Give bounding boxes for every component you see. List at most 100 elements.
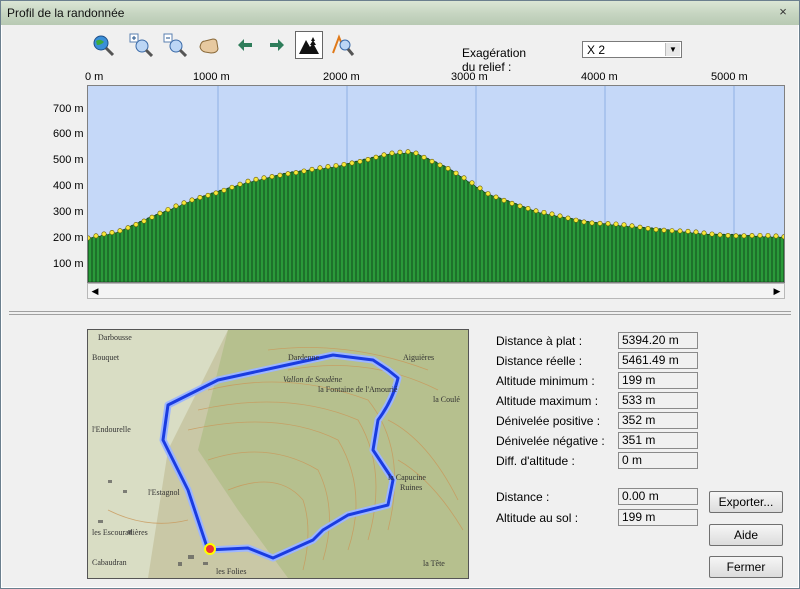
scroll-left-icon[interactable]: ◀ (88, 284, 102, 298)
profile-node-icon (205, 192, 211, 198)
profile-node-icon (645, 226, 651, 232)
arrow-right-icon[interactable] (263, 31, 291, 59)
map-label: la Capucine (388, 473, 426, 482)
profile-scrollbar[interactable]: ◀ ▶ (87, 283, 785, 299)
map-label: Ruines (400, 483, 422, 492)
profile-node-icon (477, 185, 483, 191)
zoom-globe-icon[interactable] (89, 31, 117, 59)
profile-node-icon (509, 200, 515, 206)
elevation-profile[interactable] (87, 85, 785, 283)
map-label: la Fontaine de l'Amourié (318, 385, 398, 394)
flat-distance-label: Distance à plat : (496, 334, 583, 348)
profile-node-icon (325, 164, 331, 170)
map-label: Aiguières (403, 353, 434, 362)
real-distance-label: Distance réelle : (496, 354, 583, 368)
profile-node-icon (389, 150, 395, 156)
profile-node-icon (397, 149, 403, 155)
profile-node-icon (357, 158, 363, 164)
profile-node-icon (781, 234, 784, 240)
alt-max-value: 533 m (618, 392, 698, 409)
arrow-left-icon[interactable] (231, 31, 259, 59)
profile-node-icon (677, 228, 683, 234)
profile-node-icon (237, 181, 243, 187)
profile-window: Profil de la randonnée × Exagération du … (0, 0, 800, 589)
chevron-down-icon[interactable]: ▼ (665, 43, 680, 56)
scroll-right-icon[interactable]: ▶ (770, 284, 784, 298)
profile-node-icon (165, 207, 171, 213)
profile-node-icon (725, 233, 731, 239)
profile-node-icon (421, 154, 427, 160)
map-label: Bouquet (92, 353, 120, 362)
profile-node-icon (405, 149, 411, 155)
map-label: Vallon de Soudène (283, 375, 343, 384)
profile-node-icon (373, 154, 379, 160)
profile-node-icon (317, 165, 323, 171)
map-label: l'Endourelle (92, 425, 131, 434)
x-tick: 0 m (85, 71, 104, 83)
start-marker-icon (204, 543, 216, 555)
profile-node-icon (613, 221, 619, 227)
relief-profile-icon[interactable] (295, 31, 323, 59)
y-tick: 400 m (53, 180, 84, 192)
profile-node-icon (349, 160, 355, 166)
x-tick: 5000 m (711, 71, 748, 83)
gain-value: 352 m (618, 412, 698, 429)
profile-node-icon (157, 210, 163, 216)
distance-label: Distance : (496, 490, 550, 504)
profile-node-icon (533, 208, 539, 214)
topo-map-graphic: Darbousse Bouquet l'Endourelle l'Estagno… (88, 330, 468, 578)
profile-node-icon (717, 232, 723, 238)
profile-node-icon (101, 231, 107, 237)
gain-label: Dénivelée positive : (496, 414, 601, 428)
profile-node-icon (565, 215, 571, 221)
export-button[interactable]: Exporter... (709, 491, 783, 513)
profile-node-icon (429, 158, 435, 164)
window-title: Profil de la randonnée (7, 6, 125, 20)
close-button[interactable]: Fermer (709, 556, 783, 578)
close-icon[interactable]: × (775, 4, 791, 20)
profile-node-icon (141, 218, 147, 224)
profile-node-icon (309, 166, 315, 172)
alt-max-label: Altitude maximum : (496, 394, 599, 408)
profile-node-icon (293, 170, 299, 176)
profile-node-icon (709, 231, 715, 237)
profile-node-icon (88, 235, 91, 241)
profile-node-icon (605, 221, 611, 227)
profile-node-icon (581, 219, 587, 225)
profile-node-icon (557, 213, 563, 219)
profile-node-icon (149, 214, 155, 220)
map-label: les Folies (216, 567, 246, 576)
map-label: Darbousse (98, 333, 132, 342)
map-label: la Tête (423, 559, 445, 568)
profile-node-icon (365, 157, 371, 163)
pan-hand-icon[interactable] (195, 31, 223, 59)
route-map[interactable]: Darbousse Bouquet l'Endourelle l'Estagno… (87, 329, 469, 579)
pane-splitter[interactable] (9, 311, 791, 315)
profile-node-icon (453, 170, 459, 176)
profile-node-icon (93, 233, 99, 239)
x-tick: 4000 m (581, 71, 618, 83)
profile-node-icon (109, 229, 115, 235)
flat-distance-value: 5394.20 m (618, 332, 698, 349)
measure-icon[interactable] (329, 31, 357, 59)
profile-node-icon (341, 161, 347, 167)
zoom-out-icon[interactable] (161, 31, 189, 59)
diff-label: Diff. d'altitude : (496, 454, 575, 468)
profile-node-icon (541, 209, 547, 215)
zoom-in-icon[interactable] (127, 31, 155, 59)
exaggeration-select[interactable]: X 2 ▼ (582, 41, 682, 58)
profile-node-icon (301, 168, 307, 174)
profile-node-icon (765, 233, 771, 239)
profile-node-icon (757, 232, 763, 238)
profile-node-icon (245, 178, 251, 184)
profile-node-icon (461, 175, 467, 181)
profile-node-icon (629, 223, 635, 229)
profile-node-icon (741, 233, 747, 239)
help-button[interactable]: Aide (709, 524, 783, 546)
profile-node-icon (261, 175, 267, 181)
profile-node-icon (253, 176, 259, 182)
profile-node-icon (501, 197, 507, 203)
profile-node-icon (525, 205, 531, 211)
window-body: Exagération du relief : X 2 ▼ 0 m 1000 m… (9, 27, 791, 582)
title-bar: Profil de la randonnée × (1, 1, 799, 25)
